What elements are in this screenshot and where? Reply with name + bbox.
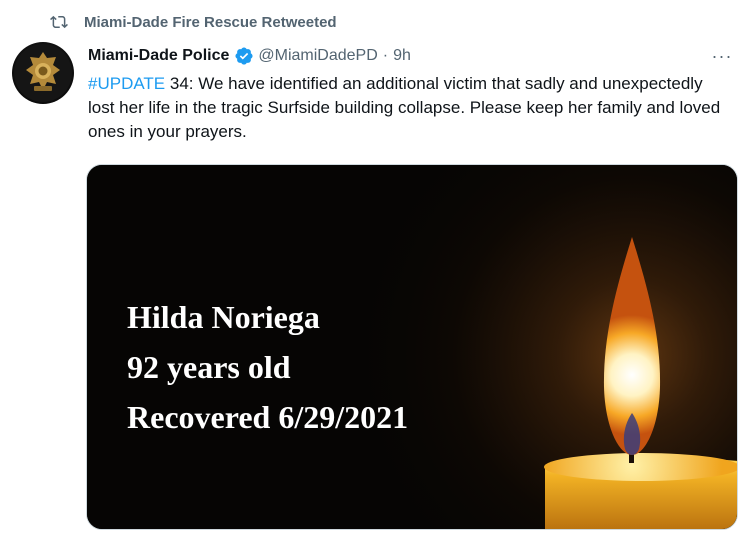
separator-dot: ·	[382, 47, 389, 64]
tweet-media[interactable]: Hilda Noriega 92 years old Recovered 6/2…	[86, 164, 738, 530]
tweet-timestamp[interactable]: 9h	[393, 47, 411, 65]
author-handle[interactable]: @MiamiDadePD	[258, 47, 377, 65]
more-options-icon[interactable]: ···	[710, 44, 734, 68]
victim-name: Hilda Noriega	[127, 299, 320, 335]
memorial-text: Hilda Noriega 92 years old Recovered 6/2…	[127, 292, 408, 442]
tweet-body: 34: We have identified an additional vic…	[88, 74, 721, 141]
verified-badge-icon	[234, 46, 254, 66]
author-name[interactable]: Miami-Dade Police	[88, 47, 229, 65]
tweet-header: Miami-Dade Police @MiamiDadePD · 9h	[88, 44, 734, 68]
recovery-date: Recovered 6/29/2021	[127, 399, 409, 435]
police-badge-icon	[14, 44, 72, 102]
retweet-context[interactable]: Miami-Dade Fire Rescue Retweeted	[50, 10, 337, 34]
retweet-context-label: Miami-Dade Fire Rescue Retweeted	[84, 13, 337, 31]
retweet-icon	[50, 13, 68, 31]
tweet-text: #UPDATE 34: We have identified an additi…	[88, 72, 728, 144]
avatar[interactable]	[12, 42, 74, 104]
hashtag-link[interactable]: #UPDATE	[88, 74, 165, 93]
victim-age: 92 years old	[127, 349, 291, 385]
